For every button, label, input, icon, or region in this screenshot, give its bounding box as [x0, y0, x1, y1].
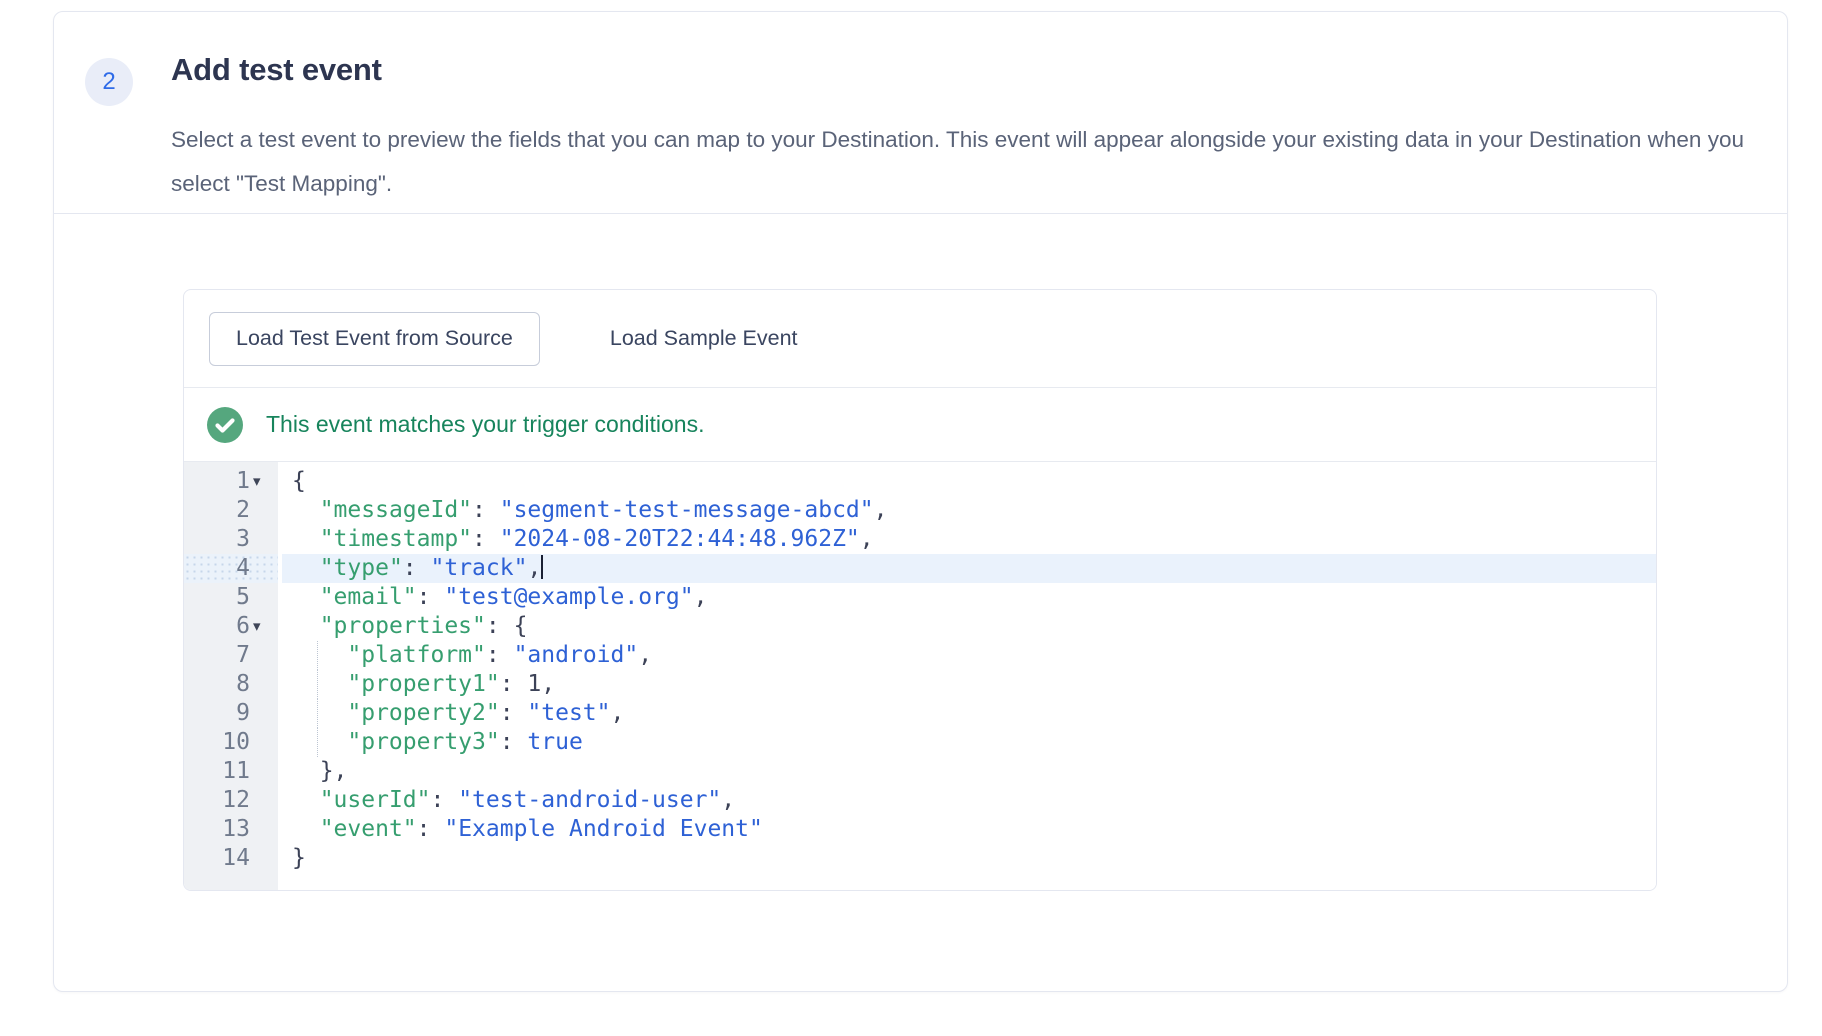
code-line[interactable]: 3 "timestamp": "2024-08-20T22:44:48.962Z…	[184, 525, 1656, 554]
text-cursor	[541, 555, 543, 579]
add-test-event-card: 2 Add test event Select a test event to …	[53, 11, 1788, 992]
load-test-event-from-source-button[interactable]: Load Test Event from Source	[209, 312, 540, 366]
line-number: 3	[184, 525, 250, 554]
fold-arrow-icon[interactable]: ▾	[250, 612, 278, 641]
line-number: 12	[184, 786, 250, 815]
load-sample-event-button[interactable]: Load Sample Event	[602, 312, 806, 366]
check-circle-icon	[207, 407, 243, 443]
code-line[interactable]: 8 "property1": 1,	[184, 670, 1656, 699]
line-gutter: 4	[184, 554, 278, 583]
code-line[interactable]: 2 "messageId": "segment-test-message-abc…	[184, 496, 1656, 525]
line-number: 10	[184, 728, 250, 757]
step-description: Select a test event to preview the field…	[171, 118, 1761, 206]
code-content: },	[278, 757, 1656, 786]
line-gutter: 10	[184, 728, 278, 757]
fold-spacer	[250, 699, 278, 728]
line-number: 9	[184, 699, 250, 728]
fold-spacer	[250, 844, 278, 873]
line-gutter: 13	[184, 815, 278, 844]
line-number: 7	[184, 641, 250, 670]
code-content: "property3": true	[278, 728, 1656, 757]
fold-spacer	[250, 554, 278, 583]
fold-spacer	[250, 815, 278, 844]
code-content: "timestamp": "2024-08-20T22:44:48.962Z",	[278, 525, 1656, 554]
line-number: 8	[184, 670, 250, 699]
line-number: 14	[184, 844, 250, 873]
code-line[interactable]: 11 },	[184, 757, 1656, 786]
step-number: 2	[102, 68, 115, 96]
line-gutter: 1▾	[184, 467, 278, 496]
line-number: 1	[184, 467, 250, 496]
fold-arrow-icon[interactable]: ▾	[250, 467, 278, 496]
page-title: Add test event	[171, 52, 382, 88]
code-content: "platform": "android",	[278, 641, 1656, 670]
line-gutter: 2	[184, 496, 278, 525]
code-line[interactable]: 13 "event": "Example Android Event"	[184, 815, 1656, 844]
line-gutter: 5	[184, 583, 278, 612]
line-number: 4	[184, 554, 250, 583]
code-content: "type": "track",	[282, 554, 1656, 583]
fold-spacer	[250, 496, 278, 525]
code-content: "email": "test@example.org",	[278, 583, 1656, 612]
code-line[interactable]: 7 "platform": "android",	[184, 641, 1656, 670]
code-line[interactable]: 14}	[184, 844, 1656, 873]
event-source-button-row: Load Test Event from Source Load Sample …	[184, 290, 1656, 387]
line-number: 13	[184, 815, 250, 844]
code-content: "property1": 1,	[278, 670, 1656, 699]
fold-spacer	[250, 728, 278, 757]
line-number: 2	[184, 496, 250, 525]
status-message: This event matches your trigger conditio…	[266, 411, 704, 438]
fold-spacer	[250, 786, 278, 815]
line-gutter: 7	[184, 641, 278, 670]
code-line[interactable]: 4 "type": "track",	[184, 554, 1656, 583]
fold-spacer	[250, 670, 278, 699]
json-editor[interactable]: 1▾{2 "messageId": "segment-test-message-…	[184, 461, 1656, 891]
header-divider	[54, 213, 1787, 214]
line-number: 5	[184, 583, 250, 612]
code-line[interactable]: 10 "property3": true	[184, 728, 1656, 757]
code-content: "event": "Example Android Event"	[278, 815, 1656, 844]
code-line[interactable]: 12 "userId": "test-android-user",	[184, 786, 1656, 815]
fold-spacer	[250, 525, 278, 554]
code-line[interactable]: 9 "property2": "test",	[184, 699, 1656, 728]
line-gutter: 12	[184, 786, 278, 815]
line-gutter: 14	[184, 844, 278, 873]
line-gutter: 11	[184, 757, 278, 786]
line-gutter: 8	[184, 670, 278, 699]
test-event-panel: Load Test Event from Source Load Sample …	[183, 289, 1657, 891]
trigger-match-status: This event matches your trigger conditio…	[184, 388, 1656, 461]
fold-spacer	[250, 583, 278, 612]
fold-spacer	[250, 641, 278, 670]
step-number-badge: 2	[85, 58, 133, 106]
fold-spacer	[250, 757, 278, 786]
code-content: "messageId": "segment-test-message-abcd"…	[278, 496, 1656, 525]
code-content: {	[278, 467, 1656, 496]
code-line[interactable]: 6▾ "properties": {	[184, 612, 1656, 641]
line-number: 6	[184, 612, 250, 641]
line-gutter: 3	[184, 525, 278, 554]
line-gutter: 6▾	[184, 612, 278, 641]
line-gutter: 9	[184, 699, 278, 728]
code-content: }	[278, 844, 1656, 873]
code-line[interactable]: 5 "email": "test@example.org",	[184, 583, 1656, 612]
code-content: "properties": {	[278, 612, 1656, 641]
line-number: 11	[184, 757, 250, 786]
code-content: "userId": "test-android-user",	[278, 786, 1656, 815]
code-content: "property2": "test",	[278, 699, 1656, 728]
code-line[interactable]: 1▾{	[184, 467, 1656, 496]
